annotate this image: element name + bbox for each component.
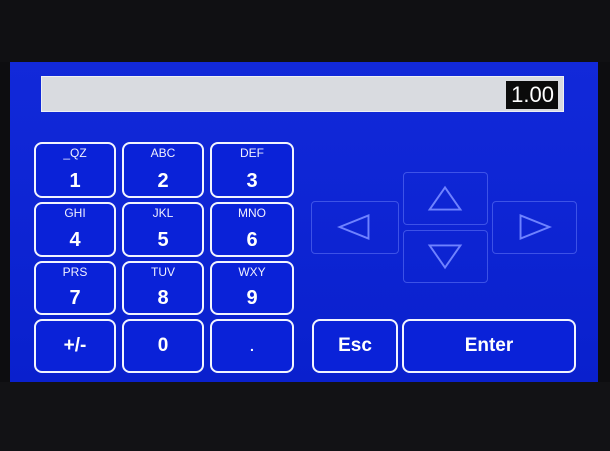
key-3[interactable]: DEF 3 (210, 142, 294, 198)
key-2-digit: 2 (157, 170, 169, 192)
key-7-digit: 7 (69, 287, 81, 309)
touch-screen: 1.00 _QZ 1 ABC 2 DEF 3 GHI 4 JKL 5 MNO 6… (10, 62, 598, 382)
key-3-digit: 3 (246, 170, 258, 192)
display-value: 1.00 (506, 81, 558, 109)
key-2-letters: ABC (150, 146, 176, 160)
enter-label: Enter (464, 335, 514, 356)
key-9[interactable]: WXY 9 (210, 261, 294, 315)
key-4-letters: GHI (64, 206, 86, 220)
key-5-digit: 5 (157, 229, 169, 251)
arrow-up-icon (427, 185, 463, 211)
key-1[interactable]: _QZ 1 (34, 142, 116, 198)
key-4[interactable]: GHI 4 (34, 202, 116, 257)
device-bezel-bottom (0, 382, 610, 451)
arrow-left-key[interactable] (311, 201, 399, 254)
arrow-right-key[interactable] (492, 201, 577, 254)
value-display: 1.00 (41, 76, 564, 112)
key-5[interactable]: JKL 5 (122, 202, 204, 257)
key-0[interactable]: 0 (122, 319, 204, 373)
key-9-letters: WXY (238, 265, 266, 279)
arrow-left-icon (337, 214, 370, 240)
device-bezel-top (0, 0, 610, 62)
key-8-digit: 8 (157, 287, 169, 309)
enter-button[interactable]: Enter (402, 319, 576, 373)
key-6-letters: MNO (238, 206, 266, 220)
key-3-letters: DEF (240, 146, 264, 160)
arrow-up-key[interactable] (403, 172, 488, 225)
key-9-digit: 9 (246, 287, 258, 309)
key-8[interactable]: TUV 8 (122, 261, 204, 315)
key-8-letters: TUV (151, 265, 175, 279)
key-4-digit: 4 (69, 229, 81, 251)
key-5-letters: JKL (152, 206, 174, 220)
key-7-letters: PRS (62, 265, 88, 279)
key-7[interactable]: PRS 7 (34, 261, 116, 315)
key-2[interactable]: ABC 2 (122, 142, 204, 198)
sign-toggle-label: +/- (63, 335, 87, 356)
arrow-down-key[interactable] (403, 230, 488, 283)
key-1-digit: 1 (69, 170, 81, 192)
key-1-letters: _QZ (63, 146, 87, 160)
arrow-down-icon (427, 244, 463, 270)
key-0-digit: 0 (157, 335, 169, 356)
decimal-point-label: . (250, 338, 254, 354)
esc-label: Esc (338, 335, 372, 356)
key-6-digit: 6 (246, 229, 258, 251)
sign-toggle-key[interactable]: +/- (34, 319, 116, 373)
arrow-right-icon (519, 214, 553, 240)
decimal-point-key[interactable]: . (210, 319, 294, 373)
key-6[interactable]: MNO 6 (210, 202, 294, 257)
esc-button[interactable]: Esc (312, 319, 398, 373)
